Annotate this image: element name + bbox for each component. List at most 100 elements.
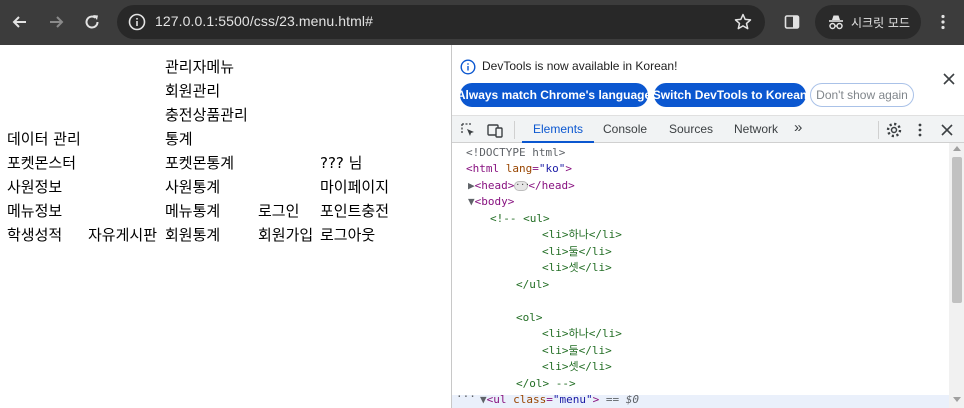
menu-item-employee-stats[interactable]: 사원통계 <box>165 177 220 197</box>
dom-comment-line[interactable]: <ol> <box>516 310 543 327</box>
selected-node-row[interactable]: ··· ▼<ul class="menu"> == $0 <box>452 390 949 408</box>
infobar-message: DevTools is now available in Korean! <box>482 59 678 73</box>
toolbar-divider <box>514 121 515 139</box>
dom-comment-line[interactable]: <li>하나</li> <box>542 326 622 343</box>
dom-attr-value: "ko" <box>538 162 566 175</box>
incognito-indicator[interactable]: 시크릿 모드 <box>815 5 921 39</box>
address-bar[interactable]: 127.0.0.1:5500/css/23.menu.html# <box>117 5 765 39</box>
reload-button[interactable] <box>78 8 106 36</box>
reload-icon <box>85 15 99 29</box>
tab-sources[interactable]: Sources <box>669 122 713 136</box>
row-ellipsis[interactable]: ··· <box>456 390 476 403</box>
dom-comment-line[interactable]: <li>둘</li> <box>542 343 612 360</box>
close-icon[interactable] <box>942 72 956 86</box>
dom-tag: <body> <box>474 195 515 208</box>
menu-item-pokemon[interactable]: 포켓몬스터 <box>7 153 76 173</box>
forward-button[interactable] <box>42 8 70 36</box>
incognito-label: 시크릿 모드 <box>851 16 911 30</box>
devtools-tab-bar: Elements Console Sources Network » <box>452 115 964 143</box>
dom-comment-line[interactable]: <li>하나</li> <box>542 227 622 244</box>
menu-item-login[interactable]: 로그인 <box>258 201 299 221</box>
scrollbar-thumb[interactable] <box>952 157 962 303</box>
dom-comment-line[interactable]: <li>셋</li> <box>542 359 612 376</box>
dom-tag: <html <box>466 162 500 175</box>
collapse-triangle-icon[interactable]: ▼ <box>480 393 487 406</box>
expand-triangle-icon[interactable]: ▶ <box>468 179 475 192</box>
selected-node-marker: == $0 <box>605 393 639 406</box>
incognito-icon <box>829 15 843 30</box>
menu-item-signup[interactable]: 회원가입 <box>258 225 313 245</box>
site-info-icon[interactable] <box>127 12 147 32</box>
switch-to-korean-button[interactable]: Switch DevTools to Korean <box>653 83 807 107</box>
arrow-left-icon <box>12 16 26 28</box>
url-text[interactable]: 127.0.0.1:5500/css/23.menu.html# <box>155 13 373 29</box>
back-button[interactable] <box>6 8 34 36</box>
scroll-up-arrow-icon[interactable] <box>953 146 961 151</box>
toolbar-divider <box>878 121 879 139</box>
dom-attr-name: lang <box>505 162 533 175</box>
dom-comment-line[interactable]: </ol> --> <box>516 376 576 393</box>
menu-item-data-manage[interactable]: 데이터 관리 <box>7 129 81 149</box>
always-match-language-button[interactable]: Always match Chrome's language <box>457 83 651 107</box>
dom-attr-value: "menu" <box>552 393 593 406</box>
tab-network[interactable]: Network <box>734 122 778 136</box>
menu-item-free-board[interactable]: 자유게시판 <box>88 225 157 245</box>
dom-equals: = <box>546 393 553 406</box>
bookmark-star-icon[interactable] <box>733 12 753 32</box>
dom-ul-menu-node[interactable]: ▼<ul class="menu"> == $0 <box>480 393 639 407</box>
dom-head-node[interactable]: ▶<head>···</head> <box>468 178 575 195</box>
language-infobar: DevTools is now available in Korean! Alw… <box>452 45 964 115</box>
menu-item-member-manage[interactable]: 회원관리 <box>165 81 220 101</box>
menu-item-logout[interactable]: 로그아웃 <box>320 225 375 245</box>
dom-tag-close: > <box>592 393 600 406</box>
side-panel-button[interactable] <box>778 8 806 36</box>
dom-tag: <head> <box>474 179 515 192</box>
settings-gear-icon[interactable] <box>885 121 903 139</box>
dom-tag: </head> <box>528 179 575 192</box>
menu-item-charge-product[interactable]: 충전상품관리 <box>165 105 248 125</box>
dom-equals: = <box>532 162 539 175</box>
menu-item-mypage[interactable]: 마이페이지 <box>320 177 389 197</box>
menu-item-member-stats[interactable]: 회원통계 <box>165 225 220 245</box>
dom-tag-close: > <box>565 162 572 175</box>
menu-item-menu-info[interactable]: 메뉴정보 <box>7 201 62 221</box>
menu-item-student-grades[interactable]: 학생성적 <box>7 225 62 245</box>
tab-elements[interactable]: Elements <box>533 122 583 136</box>
tab-console[interactable]: Console <box>603 122 647 136</box>
dom-comment-line[interactable]: <li>셋</li> <box>542 260 612 277</box>
page-viewport: 관리자메뉴 회원관리 충전상품관리 데이터 관리 통계 포켓몬스터 포켓몬통계 … <box>0 45 451 408</box>
browser-toolbar: 127.0.0.1:5500/css/23.menu.html# 시크릿 모드 <box>0 0 964 45</box>
kebab-menu-icon[interactable] <box>911 121 929 139</box>
dom-doctype[interactable]: <!DOCTYPE html> <box>466 145 565 162</box>
device-toolbar-icon[interactable] <box>486 121 504 139</box>
dom-attr-name: class <box>513 393 547 406</box>
menu-item-menu-stats[interactable]: 메뉴통계 <box>165 201 220 221</box>
devtools-panel: DevTools is now available in Korean! Alw… <box>451 45 964 408</box>
info-icon <box>460 59 476 75</box>
menu-item-admin[interactable]: 관리자메뉴 <box>165 57 234 77</box>
browser-menu-button[interactable] <box>929 8 957 36</box>
side-panel-icon <box>784 15 800 29</box>
elements-dom-tree[interactable]: <!DOCTYPE html> <html lang="ko"> ▶<head>… <box>452 143 949 395</box>
collapse-triangle-icon[interactable]: ▼ <box>468 195 475 208</box>
close-devtools-icon[interactable] <box>938 121 956 139</box>
ellipsis-badge[interactable]: ··· <box>514 181 530 191</box>
more-tabs-button[interactable]: » <box>794 119 802 136</box>
dom-html-node[interactable]: <html lang="ko"> <box>466 161 572 178</box>
inspect-element-icon[interactable] <box>459 121 477 139</box>
menu-item-pokemon-stats[interactable]: 포켓몬통계 <box>165 153 234 173</box>
dont-show-again-button[interactable]: Don't show again <box>810 83 914 107</box>
kebab-menu-icon <box>941 14 945 30</box>
arrow-right-icon <box>50 16 64 28</box>
menu-item-employee-info[interactable]: 사원정보 <box>7 177 62 197</box>
dom-comment-line[interactable]: <!-- <ul> <box>490 211 550 228</box>
dom-tag: <ul <box>486 393 507 406</box>
dom-comment-line[interactable]: <li>둘</li> <box>542 244 612 261</box>
dom-comment-line[interactable]: </ul> <box>516 277 549 294</box>
scroll-down-arrow-icon[interactable] <box>953 397 961 402</box>
menu-item-point-charge[interactable]: 포인트충전 <box>320 201 389 221</box>
dom-body-node[interactable]: ▼<body> <box>468 194 514 211</box>
menu-item-user-name[interactable]: ??? 님 <box>320 153 362 173</box>
dom-scrollbar[interactable] <box>949 143 964 408</box>
menu-item-statistics[interactable]: 통계 <box>165 129 193 149</box>
